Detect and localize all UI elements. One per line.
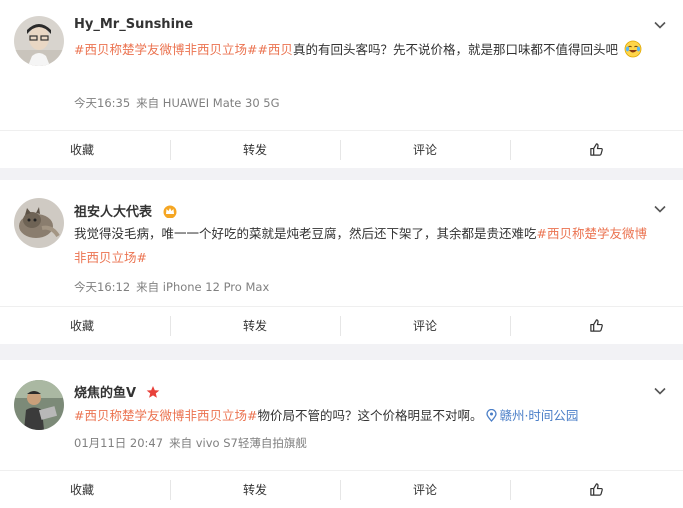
- topic-tag[interactable]: #西贝称楚学友微博非西贝立场#: [74, 42, 257, 57]
- post-time[interactable]: 今天16:35: [74, 96, 130, 110]
- post-meta: 今天16:12 来自 iPhone 12 Pro Max: [74, 279, 269, 295]
- post-source: 来自 HUAWEI Mate 30 5G: [136, 96, 280, 110]
- post-content: #西贝称楚学友微博非西贝立场##西贝真的有回头客吗？先不说价格，就是那口味都不值…: [74, 38, 656, 62]
- weibo-comment-feed: Hy_Mr_Sunshine #西贝称楚学友微博非西贝立场##西贝真的有回头客吗…: [0, 0, 683, 508]
- thumbs-up-icon: [590, 483, 603, 496]
- laughing-crying-emoji-icon: [624, 40, 642, 58]
- star-icon: [146, 386, 159, 398]
- comment-button[interactable]: 评论: [340, 307, 510, 344]
- location-link[interactable]: 赣州·时间公园: [486, 408, 578, 423]
- favorite-button[interactable]: 收藏: [0, 471, 170, 508]
- post-text: 真的有回头客吗？先不说价格，就是那口味都不值得回头吧: [292, 42, 618, 57]
- chevron-down-icon[interactable]: [653, 18, 667, 32]
- post-content: 我觉得没毛病，唯一一个好吃的菜就是炖老豆腐，然后还下架了，其余都是贵还难吃#西贝…: [74, 222, 656, 270]
- post-text: 物价局不管的吗？这个价格明显不对啊。: [257, 408, 487, 423]
- action-bar: 收藏 转发 评论: [0, 306, 683, 344]
- action-bar: 收藏 转发 评论: [0, 130, 683, 168]
- favorite-button[interactable]: 收藏: [0, 131, 170, 168]
- post-card: 烧焦的鱼V #西贝称楚学友微博非西贝立场#物价局不管的吗？这个价格明显不对啊。 …: [0, 360, 683, 508]
- comment-button[interactable]: 评论: [340, 471, 510, 508]
- avatar[interactable]: [14, 380, 64, 430]
- post-text: 我觉得没毛病，唯一一个好吃的菜就是炖老豆腐，然后还下架了，其余都是贵还难吃: [74, 226, 537, 241]
- post-meta: 今天16:35 来自 HUAWEI Mate 30 5G: [74, 95, 280, 111]
- avatar[interactable]: [14, 198, 64, 248]
- like-button[interactable]: [510, 307, 683, 344]
- post-card: Hy_Mr_Sunshine #西贝称楚学友微博非西贝立场##西贝真的有回头客吗…: [0, 0, 683, 168]
- comment-button[interactable]: 评论: [340, 131, 510, 168]
- username[interactable]: 烧焦的鱼V: [74, 382, 160, 401]
- favorite-button[interactable]: 收藏: [0, 307, 170, 344]
- chevron-down-icon[interactable]: [653, 384, 667, 398]
- crown-icon: [163, 205, 177, 218]
- username[interactable]: Hy_Mr_Sunshine: [74, 17, 193, 32]
- topic-tag[interactable]: #西贝称楚学友微博非西贝立场#: [74, 408, 257, 423]
- post-meta: 01月11日 20:47 来自 vivo S7轻薄自拍旗舰: [74, 435, 307, 451]
- forward-button[interactable]: 转发: [170, 131, 340, 168]
- post-card: 祖安人大代表 我觉得没毛病，唯一一个好吃的菜就是炖老豆腐，然后还下架了，其余都是…: [0, 180, 683, 344]
- like-button[interactable]: [510, 471, 683, 508]
- location-pin-icon: [486, 408, 498, 422]
- forward-button[interactable]: 转发: [170, 307, 340, 344]
- forward-button[interactable]: 转发: [170, 471, 340, 508]
- thumbs-up-icon: [590, 143, 603, 156]
- post-source: 来自 vivo S7轻薄自拍旗舰: [169, 436, 307, 450]
- post-source: 来自 iPhone 12 Pro Max: [136, 280, 270, 294]
- like-button[interactable]: [510, 131, 683, 168]
- thumbs-up-icon: [590, 319, 603, 332]
- username[interactable]: 祖安人大代表: [74, 201, 178, 220]
- post-time[interactable]: 01月11日 20:47: [74, 436, 163, 450]
- avatar[interactable]: [14, 16, 64, 66]
- action-bar: 收藏 转发 评论: [0, 470, 683, 508]
- topic-tag[interactable]: #西贝: [257, 42, 292, 57]
- post-time[interactable]: 今天16:12: [74, 280, 130, 294]
- chevron-down-icon[interactable]: [653, 202, 667, 216]
- post-content: #西贝称楚学友微博非西贝立场#物价局不管的吗？这个价格明显不对啊。 赣州·时间公…: [74, 404, 656, 428]
